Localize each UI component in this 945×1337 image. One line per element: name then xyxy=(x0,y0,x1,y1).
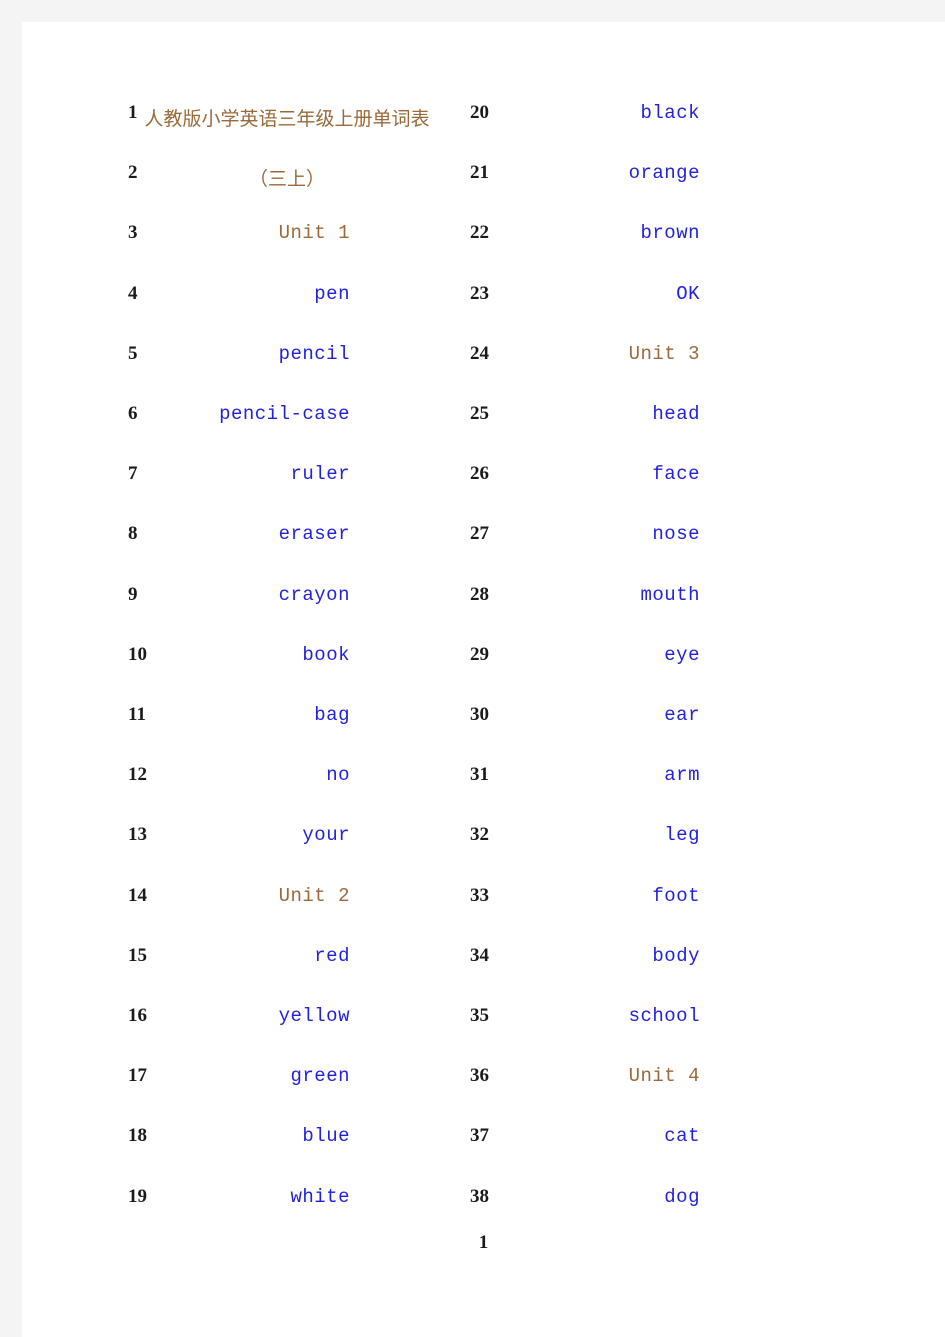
row-number: 21 xyxy=(470,162,489,184)
row-number: 3 xyxy=(128,222,138,244)
row-number: 16 xyxy=(128,1005,147,1026)
document-page: 1 2 3 Unit 1 4 pen 5 pencil 6 pencil-case 7 ruler 8 e… xyxy=(22,22,945,1337)
vocabulary-word: book xyxy=(302,643,350,666)
row-number: 20 xyxy=(470,102,489,123)
vocabulary-word: no xyxy=(326,764,350,787)
unit-heading: Unit 1 xyxy=(278,222,350,245)
vocabulary-word: yellow xyxy=(278,1005,350,1027)
row-number: 7 xyxy=(128,463,138,485)
vocabulary-word: pencil-case xyxy=(219,403,350,425)
row-number: 13 xyxy=(128,824,147,846)
row-number: 9 xyxy=(128,583,138,605)
vocabulary-word: body xyxy=(652,944,700,967)
vocabulary-word: brown xyxy=(640,222,700,245)
vocabulary-word: OK xyxy=(676,282,700,305)
vocabulary-word: red xyxy=(314,944,350,967)
row-number: 18 xyxy=(128,1125,147,1147)
vocabulary-word: ruler xyxy=(290,463,350,486)
vocabulary-word: bag xyxy=(314,704,350,726)
vocabulary-word: your xyxy=(302,824,350,847)
row-number: 37 xyxy=(470,1125,489,1147)
row-number: 12 xyxy=(128,764,147,786)
page-number: 1 xyxy=(478,1232,489,1253)
row-number: 36 xyxy=(470,1065,489,1087)
vocabulary-word: face xyxy=(652,463,700,486)
row-number: 23 xyxy=(470,282,489,304)
vocabulary-word: crayon xyxy=(278,583,350,606)
vocabulary-word: arm xyxy=(664,764,700,787)
row-number: 32 xyxy=(470,824,489,846)
row-number: 25 xyxy=(470,403,489,424)
unit-heading: Unit 3 xyxy=(628,342,700,365)
row-number: 14 xyxy=(128,884,147,906)
vocabulary-word: eraser xyxy=(278,523,350,546)
vocabulary-word: cat xyxy=(664,1125,700,1148)
row-number: 17 xyxy=(128,1065,147,1087)
row-number: 29 xyxy=(470,643,489,665)
vocabulary-word: blue xyxy=(302,1125,350,1148)
vocabulary-word: eye xyxy=(664,643,700,666)
vocabulary-word: green xyxy=(290,1065,350,1088)
vocabulary-word: orange xyxy=(628,162,700,185)
row-number: 26 xyxy=(470,463,489,485)
vocabulary-word: nose xyxy=(652,523,700,546)
row-number: 38 xyxy=(470,1185,489,1207)
vocabulary-word: school xyxy=(628,1005,700,1027)
row-number: 5 xyxy=(128,342,138,364)
row-number: 10 xyxy=(128,643,147,665)
row-number: 6 xyxy=(128,403,138,424)
row-number: 22 xyxy=(470,222,489,244)
row-number: 28 xyxy=(470,583,489,605)
unit-heading: Unit 2 xyxy=(278,884,350,907)
vocabulary-word: mouth xyxy=(640,583,700,606)
row-number: 24 xyxy=(470,342,489,364)
page-title: 人教版小学英语三年级上册单词表（三上） xyxy=(144,109,430,190)
row-number: 33 xyxy=(470,884,489,906)
vocabulary-word: foot xyxy=(652,884,700,907)
row-number: 11 xyxy=(128,704,146,725)
row-number: 35 xyxy=(470,1005,489,1026)
vocabulary-word: black xyxy=(640,102,700,124)
row-number: 8 xyxy=(128,523,138,545)
row-number: 27 xyxy=(470,523,489,545)
vocabulary-word: dog xyxy=(664,1185,700,1208)
unit-heading: Unit 4 xyxy=(628,1065,700,1088)
vocabulary-word: leg xyxy=(664,824,700,847)
vocabulary-word: white xyxy=(290,1185,350,1208)
vocabulary-word: pen xyxy=(314,282,350,305)
vocabulary-word: head xyxy=(652,403,700,425)
row-number: 19 xyxy=(128,1185,147,1207)
row-number: 34 xyxy=(470,944,489,966)
row-number: 4 xyxy=(128,282,138,304)
vocabulary-word: ear xyxy=(664,704,700,726)
vocabulary-word: pencil xyxy=(278,342,350,365)
row-number: 15 xyxy=(128,944,147,966)
row-number: 30 xyxy=(470,704,489,725)
row-number: 31 xyxy=(470,764,489,786)
